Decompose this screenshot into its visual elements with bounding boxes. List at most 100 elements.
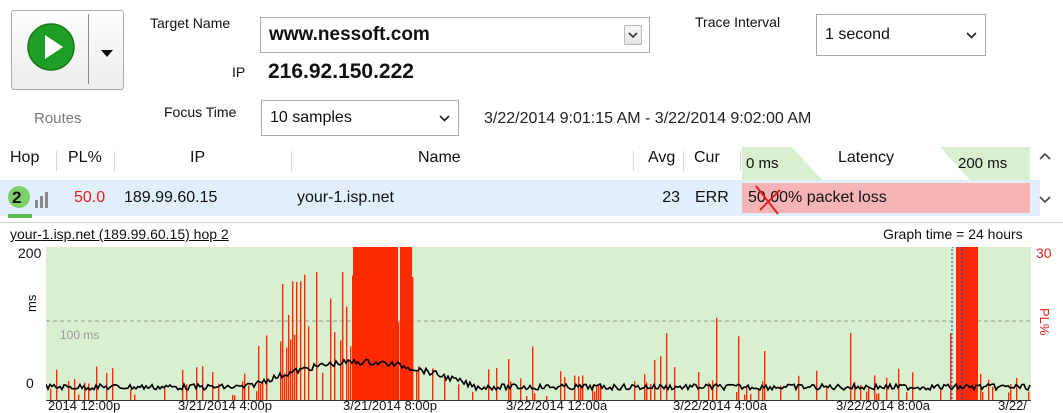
pl-bar	[508, 358, 510, 401]
pl-bar	[96, 366, 98, 401]
trace-interval-select[interactable]: 1 second	[816, 14, 986, 56]
pl-bar	[330, 298, 332, 401]
pl-bar	[300, 281, 302, 401]
chevron-down-icon	[434, 108, 454, 128]
divider	[633, 151, 634, 171]
scroll-down-icon[interactable]	[1038, 193, 1052, 211]
pl-bar	[258, 346, 260, 401]
col-cur[interactable]: Cur	[694, 147, 720, 180]
col-latency[interactable]: Latency	[838, 147, 894, 180]
pl-bar	[654, 359, 656, 401]
divider	[56, 151, 57, 171]
pl-bar	[348, 358, 350, 401]
target-name-value: www.nessoft.com	[269, 24, 430, 45]
pl-bar	[292, 281, 294, 401]
pl-bar	[764, 350, 766, 401]
target-name-label: Target Name	[150, 15, 231, 31]
pl-bar	[912, 372, 914, 401]
trace-interval-label: Trace Interval	[695, 14, 781, 30]
focus-time-value: 10 samples	[270, 109, 352, 126]
x-axis-ticks: 2014 12:00p 3/21/2014 4:00p 3/21/2014 8:00…	[0, 398, 1063, 413]
trace-interval-value: 1 second	[825, 26, 890, 43]
threshold-label: 100 ms	[60, 328, 100, 342]
pl-bar	[296, 282, 298, 401]
pl-bar	[956, 247, 978, 401]
graph-title[interactable]: your-1.isp.net (189.99.60.15) hop 2	[10, 226, 229, 242]
pl-bar	[304, 274, 306, 401]
divider	[114, 151, 115, 171]
hop-table-header: Hop PL% IP Name Avg Cur 0 ms Latency 200…	[0, 147, 1063, 180]
pl-bar	[56, 369, 58, 401]
pl-bar	[342, 272, 344, 401]
x-tick-label: 3/21/2014 8:00p	[343, 398, 437, 413]
pl-bar	[666, 333, 668, 401]
hop-number: 2	[12, 188, 22, 207]
pl-bar	[950, 333, 952, 401]
routes-button[interactable]: Routes	[34, 110, 82, 127]
y-axis-zero: 0	[26, 375, 34, 391]
pl-bar	[308, 326, 310, 401]
col-ip[interactable]: IP	[190, 147, 205, 180]
avg-latency: 23	[662, 189, 680, 206]
chevron-down-icon	[961, 25, 981, 45]
pl-bar	[816, 370, 818, 401]
chevron-down-icon[interactable]	[101, 50, 113, 57]
pl-bar	[400, 247, 412, 401]
col-avg[interactable]: Avg	[648, 147, 675, 180]
latency-graph-svg	[46, 247, 1031, 401]
pl-bar	[532, 346, 534, 401]
hop-underline	[8, 214, 32, 218]
divider	[683, 151, 684, 171]
x-tick-label: 3/22/	[998, 398, 1027, 413]
pl-bar	[674, 367, 676, 401]
focus-time-range: 3/22/2014 9:01:15 AM - 3/22/2014 9:02:00…	[484, 110, 812, 127]
graph-time-label[interactable]: Graph time = 24 hours	[883, 226, 1023, 242]
pl-bar	[290, 339, 292, 401]
hop-name: your-1.isp.net	[297, 189, 394, 206]
pl-bar	[350, 346, 352, 401]
x-tick-label: 2014 12:00p	[48, 398, 121, 413]
play-icon[interactable]	[26, 22, 76, 72]
ip-value: 216.92.150.222	[268, 60, 414, 83]
focus-time-label: Focus Time	[164, 104, 237, 120]
target-dropdown-button[interactable]	[623, 25, 643, 45]
pl-bar	[716, 317, 718, 401]
x-mark-icon	[755, 185, 781, 215]
pl-axis-max: 30	[1036, 245, 1052, 261]
bar-chart-icon[interactable]	[33, 192, 51, 208]
current-latency: ERR	[695, 189, 729, 206]
pl-bar	[412, 276, 414, 401]
pl-bar	[322, 372, 324, 401]
x-tick-label: 3/22/2014 8:00a	[836, 398, 930, 413]
col-pl[interactable]: PL%	[68, 147, 102, 180]
split-separator	[88, 14, 89, 84]
pl-bar	[288, 314, 290, 401]
pl-bar	[353, 247, 398, 401]
target-name-combobox[interactable]: www.nessoft.com	[260, 17, 650, 53]
y-axis-max: 200	[18, 245, 42, 261]
x-tick-label: 3/22/2014 12:00a	[506, 398, 608, 413]
y-axis-label: ms	[24, 294, 39, 312]
latency-line	[46, 358, 1031, 392]
col-hop[interactable]: Hop	[10, 147, 39, 180]
pl-bar	[280, 341, 282, 401]
pl-bar	[202, 366, 204, 401]
pl-bar	[284, 373, 286, 401]
pl-bar	[850, 333, 852, 401]
col-name[interactable]: Name	[418, 147, 461, 180]
hop-ip: 189.99.60.15	[124, 189, 218, 206]
pl-bar	[294, 334, 296, 401]
table-row[interactable]: 2 50.0 189.99.60.15 your-1.isp.net 23 ER…	[0, 180, 1040, 216]
divider	[291, 151, 292, 171]
pl-bar	[266, 335, 268, 401]
pl-bar	[698, 372, 700, 401]
pl-bar	[316, 272, 318, 401]
pl-bar	[416, 371, 418, 401]
pl-bar	[286, 347, 288, 401]
latency-graph[interactable]	[46, 247, 1031, 401]
chevron-down-icon	[624, 25, 642, 45]
scroll-up-icon[interactable]	[1038, 149, 1052, 167]
packet-loss-value: 50.0	[74, 189, 106, 206]
pl-bar	[496, 367, 498, 401]
focus-time-select[interactable]: 10 samples	[261, 100, 459, 136]
